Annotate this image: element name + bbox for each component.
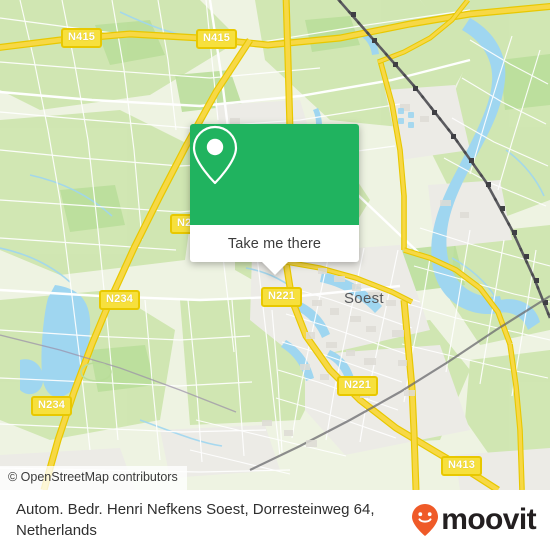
take-me-there-button[interactable]: Take me there <box>190 225 359 262</box>
road-shield-n234-upper: N234 <box>99 290 141 310</box>
road-shield-n221-lower: N221 <box>337 376 379 396</box>
screenshot-root: N415 N415 N221 N234 N221 N221 N234 N413 … <box>0 0 550 550</box>
road-shield-n415-west: N415 <box>61 28 103 48</box>
road-shield-n413: N413 <box>441 456 483 476</box>
road-shield-n234-lower: N234 <box>31 396 73 416</box>
location-address: Autom. Bedr. Henri Nefkens Soest, Dorres… <box>16 501 375 539</box>
footer-bar: Autom. Bedr. Henri Nefkens Soest, Dorres… <box>0 490 550 550</box>
popup-card-header <box>190 124 359 225</box>
moovit-logo[interactable]: moovit <box>410 503 550 537</box>
popup-card-pointer <box>261 262 288 275</box>
road-shield-n221-center: N221 <box>261 287 303 307</box>
moovit-wordmark: moovit <box>441 503 536 536</box>
location-popup-card[interactable]: Take me there <box>190 124 359 275</box>
map-pin-icon <box>192 125 238 185</box>
place-label-soest: Soest <box>344 290 384 307</box>
road-shield-n415-east: N415 <box>196 29 238 49</box>
take-me-there-label: Take me there <box>227 235 322 252</box>
moovit-smiley-pin-icon <box>412 504 439 536</box>
map-canvas[interactable]: N415 N415 N221 N234 N221 N221 N234 N413 … <box>0 0 550 490</box>
map-attribution[interactable]: © OpenStreetMap contributors <box>0 466 187 490</box>
